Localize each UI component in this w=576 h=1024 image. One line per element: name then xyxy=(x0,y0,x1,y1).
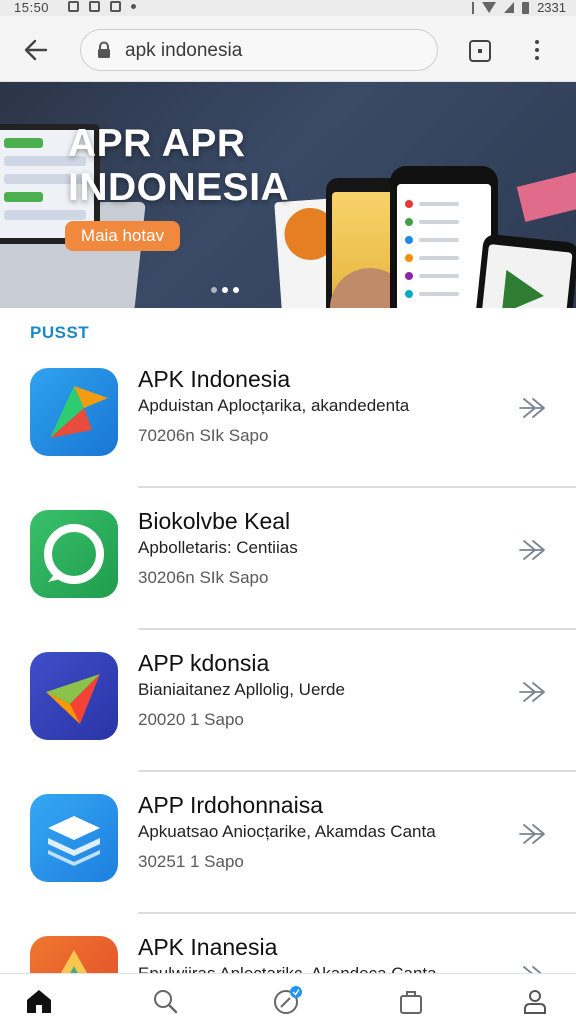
home-icon xyxy=(27,990,51,1013)
nav-home-button[interactable] xyxy=(24,986,54,1016)
url-text: apk indonesia xyxy=(125,40,243,61)
profile-icon xyxy=(524,990,546,1014)
tab-count-dot-icon xyxy=(478,49,482,53)
notification-icon xyxy=(89,1,100,12)
app-icon xyxy=(30,510,118,598)
carousel-dot[interactable] xyxy=(233,287,239,293)
search-icon xyxy=(154,990,178,1014)
app-name: APP Irdohonnaisa xyxy=(138,792,323,818)
nav-shopping-button[interactable] xyxy=(396,986,426,1016)
app-screen: 15:50 2331 apk indonesia APR APR INDONES… xyxy=(0,0,576,1024)
banner-title-line: APR APR xyxy=(68,122,246,165)
hero-banner[interactable]: APR APR INDONESIA Maia hotav xyxy=(0,82,576,308)
bluetooth-icon xyxy=(466,1,475,14)
carousel-indicator xyxy=(211,287,239,293)
notification-icon xyxy=(68,1,79,12)
app-name: APP kdonsia xyxy=(138,650,270,676)
paper-plane-icon xyxy=(46,674,100,724)
list-item[interactable]: APP kdonsia Bianiaitanez Apllolig, Uerde… xyxy=(0,630,576,772)
chevron-right-icon[interactable] xyxy=(518,680,548,704)
app-meta: 20020 1 Sapo xyxy=(138,710,244,729)
chevron-right-icon[interactable] xyxy=(518,822,548,846)
overflow-menu-button[interactable] xyxy=(533,40,541,62)
app-icon xyxy=(30,794,118,882)
dot-icon xyxy=(535,48,539,52)
notification-icons xyxy=(68,1,136,12)
status-clock-right: 2331 xyxy=(537,0,566,15)
shopping-bag-icon xyxy=(400,991,422,1014)
app-meta: 30251 1 Sapo xyxy=(138,852,244,871)
dot-icon xyxy=(535,56,539,60)
phone-illustration-right xyxy=(468,233,576,308)
app-name: APK Inanesia xyxy=(138,934,278,960)
app-description: Apbolletaris: Centiias xyxy=(138,538,298,557)
banner-title: APR APR INDONESIA xyxy=(68,122,289,210)
carousel-dot[interactable] xyxy=(211,287,217,293)
wifi-icon xyxy=(482,2,497,13)
green-orange-arrow-icon xyxy=(50,386,108,438)
app-name: Biokolvbe Keal xyxy=(138,508,291,534)
banner-cta-button[interactable]: Maia hotav xyxy=(65,221,180,251)
battery-icon xyxy=(522,1,530,14)
notification-dot-icon xyxy=(131,4,136,9)
dot-icon xyxy=(535,40,539,44)
list-item[interactable]: Biokolvbe Keal Apbolletaris: Centiias 30… xyxy=(0,488,576,630)
status-bar: 15:50 2331 xyxy=(0,0,576,16)
notification-icon xyxy=(110,1,121,12)
compass-icon xyxy=(274,986,302,1014)
list-item[interactable]: APP Irdohonnaisa Apkuatsao Aniocțarike, … xyxy=(0,772,576,914)
status-time: 15:50 xyxy=(14,0,50,15)
layers-icon xyxy=(48,816,100,866)
decor-shape xyxy=(516,170,576,222)
app-description: Bianiaitanez Apllolig, Uerde xyxy=(138,680,345,699)
app-name: APK Indonesia xyxy=(138,366,291,392)
system-icons: 2331 xyxy=(466,0,566,15)
bottom-navigation xyxy=(0,973,576,1024)
app-list: APK Indonesia Apduistan Aplocțarika, aka… xyxy=(0,346,576,1024)
signal-icon xyxy=(504,2,515,13)
chat-bubble-icon xyxy=(44,524,104,584)
lock-icon xyxy=(98,41,110,58)
section-heading: PUSST xyxy=(30,323,90,342)
app-meta: 70206n SIk Sapo xyxy=(138,426,269,445)
tabs-button[interactable] xyxy=(469,40,491,62)
app-description: Apduistan Aplocțarika, akandedenta xyxy=(138,396,410,415)
back-button[interactable] xyxy=(22,36,50,64)
url-bar[interactable]: apk indonesia xyxy=(80,29,438,71)
app-icon xyxy=(30,368,118,456)
app-meta: 30206n SIk Sapo xyxy=(138,568,269,587)
banner-title-line: INDONESIA xyxy=(68,166,290,209)
browser-toolbar: apk indonesia xyxy=(0,16,576,82)
list-item[interactable]: APK Indonesia Apduistan Aplocțarika, aka… xyxy=(0,346,576,488)
nav-profile-button[interactable] xyxy=(520,986,550,1016)
carousel-dot-active[interactable] xyxy=(222,287,228,293)
app-description: Apkuatsao Aniocțarike, Akamdas Canta xyxy=(138,822,436,841)
chevron-right-icon[interactable] xyxy=(518,396,548,420)
chevron-right-icon[interactable] xyxy=(518,538,548,562)
nav-search-button[interactable] xyxy=(150,986,180,1016)
app-icon xyxy=(30,652,118,740)
arrow-left-icon xyxy=(24,39,48,61)
nav-discover-button[interactable] xyxy=(272,986,302,1016)
